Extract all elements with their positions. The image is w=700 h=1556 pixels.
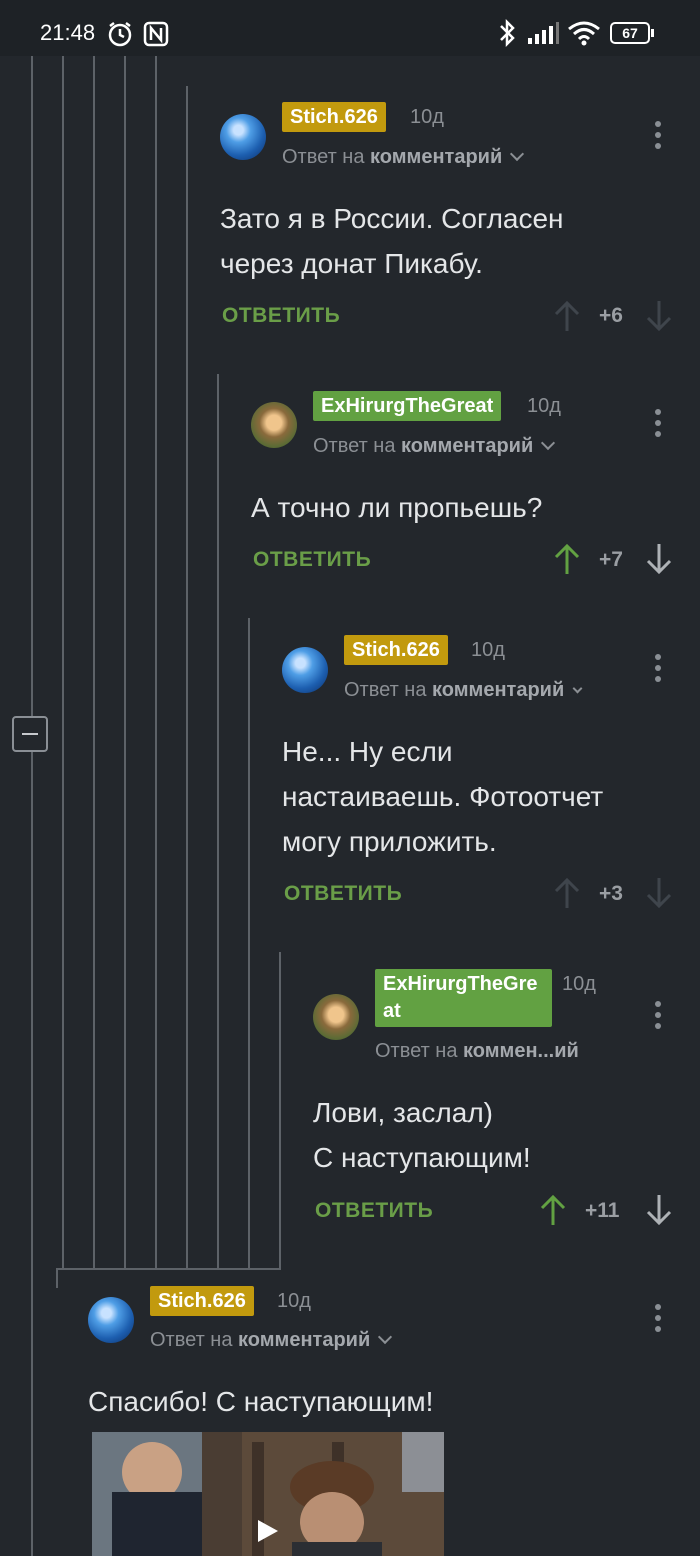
collapse-thread-button[interactable] (12, 716, 48, 752)
reply-to-prefix: Ответ на (150, 1329, 239, 1351)
more-options-icon[interactable] (655, 654, 661, 687)
comment-text: Не... Ну если настаиваешь. Фотоотчет мог… (282, 736, 604, 857)
comment-text: Спасибо! С наступающим! (88, 1386, 434, 1417)
thread-line (124, 56, 126, 1268)
battery-tip (651, 29, 654, 37)
video-thumbnail[interactable] (92, 1432, 444, 1556)
comment-score: +6 (599, 304, 623, 327)
downvote-arrow-icon[interactable] (646, 877, 672, 909)
reply-button[interactable]: ОТВЕТИТЬ (284, 882, 402, 906)
comment-date: 10д (527, 395, 561, 417)
reply-button[interactable]: ОТВЕТИТЬ (253, 548, 371, 572)
comment-text: Зато я в России. Согласен через донат Пи… (220, 203, 564, 279)
chevron-down-icon (572, 683, 583, 694)
more-options-icon[interactable] (655, 409, 661, 442)
reply-to-prefix: Ответ на (375, 1040, 464, 1062)
downvote-arrow-icon[interactable] (646, 300, 672, 332)
thread-connector (56, 1268, 281, 1270)
thread-line (31, 752, 33, 1556)
play-icon[interactable] (254, 1518, 280, 1544)
author-badge[interactable]: Stich.626 (150, 1286, 254, 1316)
comment-score: +11 (585, 1199, 620, 1222)
nfc-icon (143, 21, 169, 47)
battery-icon: 67 (610, 22, 650, 44)
thread-line (155, 56, 157, 1268)
thread-line (62, 56, 64, 1268)
author-badge[interactable]: ExHirurgTheGreat (375, 969, 552, 1027)
comment-text: А точно ли пропьешь? (251, 492, 543, 523)
thread-line (279, 952, 281, 1268)
comment-text: Лови, заслал) С наступающим! (313, 1097, 531, 1173)
chevron-down-icon (378, 1329, 393, 1345)
thread-line (93, 56, 95, 1268)
downvote-arrow-icon[interactable] (646, 1194, 672, 1226)
reply-to-prefix: Ответ на (282, 146, 371, 168)
thread-line (248, 618, 250, 1268)
upvote-arrow-icon[interactable] (554, 877, 580, 909)
comment-score: +3 (599, 882, 623, 905)
bluetooth-icon (500, 18, 515, 48)
reply-to-target: комментарий (401, 435, 534, 457)
status-bar: 21:48 67 (0, 0, 700, 56)
reply-to-target: комментарий (238, 1329, 371, 1351)
more-options-icon[interactable] (655, 1001, 661, 1034)
comment-date: 10д (410, 106, 444, 128)
wifi-icon (568, 21, 600, 46)
reply-to-link[interactable]: Ответ на комментарий (313, 435, 556, 458)
comment-date: 10д (562, 973, 596, 995)
chevron-down-icon (510, 146, 525, 162)
avatar[interactable] (220, 114, 266, 160)
avatar[interactable] (88, 1297, 134, 1343)
chevron-down-icon (541, 435, 556, 451)
thread-line (31, 56, 33, 716)
comment-date: 10д (277, 1290, 311, 1312)
more-options-icon[interactable] (655, 1304, 661, 1337)
thread-line (217, 374, 219, 1268)
reply-button[interactable]: ОТВЕТИТЬ (315, 1199, 433, 1223)
reply-to-link[interactable]: Ответ на коммен...ий (375, 1040, 579, 1063)
more-options-icon[interactable] (655, 121, 661, 154)
battery-level: 67 (622, 25, 638, 41)
downvote-arrow-icon[interactable] (646, 543, 672, 575)
upvote-arrow-icon[interactable] (554, 300, 580, 332)
reply-to-target: коммен...ий (463, 1040, 579, 1062)
author-badge[interactable]: Stich.626 (344, 635, 448, 665)
reply-to-prefix: Ответ на (313, 435, 402, 457)
avatar[interactable] (282, 647, 328, 693)
thread-line (186, 86, 188, 1268)
thread-line (56, 1268, 58, 1288)
avatar[interactable] (313, 994, 359, 1040)
status-time: 21:48 (40, 20, 96, 45)
author-badge[interactable]: Stich.626 (282, 102, 386, 132)
reply-to-prefix: Ответ на (344, 679, 433, 701)
reply-button[interactable]: ОТВЕТИТЬ (222, 304, 340, 328)
signal-icon (528, 22, 559, 44)
reply-to-target: комментарий (432, 679, 565, 701)
upvote-arrow-icon[interactable] (554, 543, 580, 575)
comment-score: +7 (599, 548, 623, 571)
alarm-icon (108, 22, 132, 47)
upvote-arrow-icon[interactable] (540, 1194, 566, 1226)
reply-to-link[interactable]: Ответ на комментарий (344, 679, 583, 702)
comment-date: 10д (471, 639, 505, 661)
reply-to-link[interactable]: Ответ на комментарий (282, 146, 525, 169)
reply-to-target: комментарий (370, 146, 503, 168)
avatar[interactable] (251, 402, 297, 448)
author-badge[interactable]: ExHirurgTheGreat (313, 391, 502, 421)
reply-to-link[interactable]: Ответ на комментарий (150, 1329, 393, 1352)
